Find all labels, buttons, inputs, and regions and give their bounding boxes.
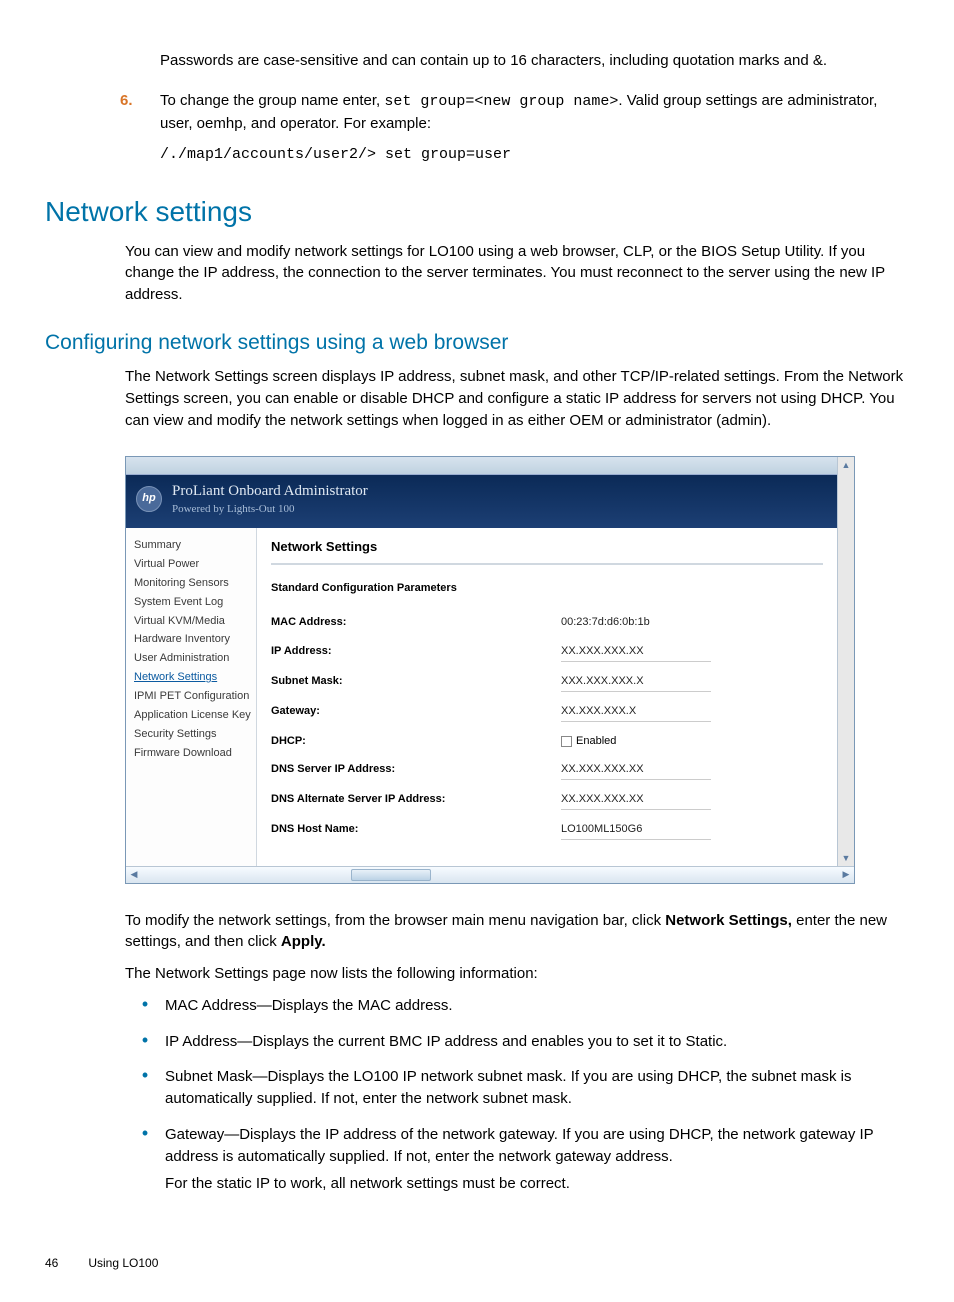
sidebar-item-firmware-download[interactable]: Firmware Download [134,744,252,763]
list-item: •IP Address—Displays the current BMC IP … [125,1031,909,1053]
sidebar-item-system-event-log[interactable]: System Event Log [134,593,252,612]
sidebar-item-application-license-key[interactable]: Application License Key [134,706,252,725]
checkbox-label: Enabled [576,734,616,750]
field-row: Gateway:XX.XXX.XXX.X [271,704,823,722]
sidebar-item-hardware-inventory[interactable]: Hardware Inventory [134,630,252,649]
field-row: MAC Address:00:23:7d:d6:0b:1b [271,615,823,632]
modify-instructions: To modify the network settings, from the… [125,910,909,954]
dhcp-checkbox[interactable]: Enabled [561,734,616,750]
sidebar-item-ipmi-pet-configuration[interactable]: IPMI PET Configuration [134,687,252,706]
content-pane: Network Settings Standard Configuration … [256,528,837,865]
footer-section: Using LO100 [88,1256,158,1270]
scroll-left-icon[interactable]: ◀ [126,868,142,881]
field-label: Gateway: [271,704,561,722]
page-footer: 46 Using LO100 [45,1255,909,1272]
field-label: DNS Server IP Address: [271,762,561,780]
sidebar-item-virtual-kvm-media[interactable]: Virtual KVM/Media [134,612,252,631]
list-item: •Gateway—Displays the IP address of the … [125,1124,909,1195]
page-number: 46 [45,1255,85,1272]
banner-title: ProLiant Onboard Administrator [172,481,368,503]
scroll-thumb[interactable] [351,869,431,881]
field-label: MAC Address: [271,615,561,632]
step-body: To change the group name enter, set grou… [160,90,909,135]
field-label: DNS Alternate Server IP Address: [271,792,561,810]
hp-logo-icon: hp [136,486,162,512]
field-label: DNS Host Name: [271,822,561,840]
info-bullet-list: •MAC Address—Displays the MAC address.•I… [125,995,909,1195]
listing-intro: The Network Settings page now lists the … [125,963,909,985]
scroll-down-icon[interactable]: ▼ [842,852,851,866]
list-item: •MAC Address—Displays the MAC address. [125,995,909,1017]
field-row: Subnet Mask:XXX.XXX.XXX.X [271,674,823,692]
heading-network-settings: Network settings [45,192,909,233]
field-value[interactable]: XXX.XXX.XXX.X [561,674,711,692]
field-label: DHCP: [271,734,561,750]
step-number: 6. [120,90,146,135]
embedded-screenshot: hp ProLiant Onboard Administrator Powere… [125,456,855,884]
field-label: IP Address: [271,644,561,662]
bullet-text: Subnet Mask—Displays the LO100 IP networ… [165,1066,909,1110]
content-title: Network Settings [271,538,823,565]
field-row: DNS Alternate Server IP Address:XX.XXX.X… [271,792,823,810]
field-row: DNS Host Name:LO100ML150G6 [271,822,823,840]
code-example: /./map1/accounts/user2/> set group=user [160,144,909,166]
step6-text-a: To change the group name enter, [160,92,384,109]
horizontal-scrollbar[interactable]: ◀ ▶ [126,866,854,883]
field-row: DNS Server IP Address:XX.XXX.XXX.XX [271,762,823,780]
bullet-icon: • [125,1066,165,1110]
sidebar-item-network-settings[interactable]: Network Settings [134,668,252,687]
sidebar-item-monitoring-sensors[interactable]: Monitoring Sensors [134,574,252,593]
banner-subtitle: Powered by Lights-Out 100 [172,502,368,518]
field-value: 00:23:7d:d6:0b:1b [561,615,711,632]
field-row: DHCP: Enabled [271,734,823,750]
field-label: Subnet Mask: [271,674,561,692]
step-6: 6. To change the group name enter, set g… [120,90,909,135]
vertical-scrollbar[interactable]: ▲ ▼ [837,457,854,866]
field-value[interactable]: XX.XXX.XXX.X [561,704,711,722]
field-row: IP Address:XX.XXX.XXX.XX [271,644,823,662]
sidebar-item-security-settings[interactable]: Security Settings [134,725,252,744]
bullet-text: MAC Address—Displays the MAC address. [165,995,909,1017]
scroll-right-icon[interactable]: ▶ [838,868,854,881]
field-value[interactable]: XX.XXX.XXX.XX [561,762,711,780]
after1bold: Network Settings, [665,912,792,929]
network-settings-intro: You can view and modify network settings… [125,241,909,306]
sidebar-item-virtual-power[interactable]: Virtual Power [134,555,252,574]
bullet-icon: • [125,995,165,1017]
field-value[interactable]: XX.XXX.XXX.XX [561,792,711,810]
sidebar-item-summary[interactable]: Summary [134,536,252,555]
password-note: Passwords are case-sensitive and can con… [160,50,909,72]
bullet-icon: • [125,1124,165,1195]
app-banner: hp ProLiant Onboard Administrator Powere… [126,475,837,529]
field-value[interactable]: XX.XXX.XXX.XX [561,644,711,662]
sidebar-nav: SummaryVirtual PowerMonitoring SensorsSy… [126,528,256,865]
bullet-subtext: For the static IP to work, all network s… [165,1173,909,1195]
after1a: To modify the network settings, from the… [125,912,665,929]
after1bold2: Apply. [281,933,326,950]
shot-topstrip [126,457,837,475]
scroll-up-icon[interactable]: ▲ [842,459,851,473]
step6-code: set group=<new group name> [384,93,618,110]
checkbox-icon[interactable] [561,736,572,747]
configuring-intro: The Network Settings screen displays IP … [125,366,909,431]
heading-configuring-web: Configuring network settings using a web… [45,328,909,358]
content-subtitle: Standard Configuration Parameters [271,581,823,597]
bullet-text: Gateway—Displays the IP address of the n… [165,1124,909,1195]
bullet-text: IP Address—Displays the current BMC IP a… [165,1031,909,1053]
bullet-icon: • [125,1031,165,1053]
field-value[interactable]: LO100ML150G6 [561,822,711,840]
sidebar-item-user-administration[interactable]: User Administration [134,649,252,668]
list-item: •Subnet Mask—Displays the LO100 IP netwo… [125,1066,909,1110]
